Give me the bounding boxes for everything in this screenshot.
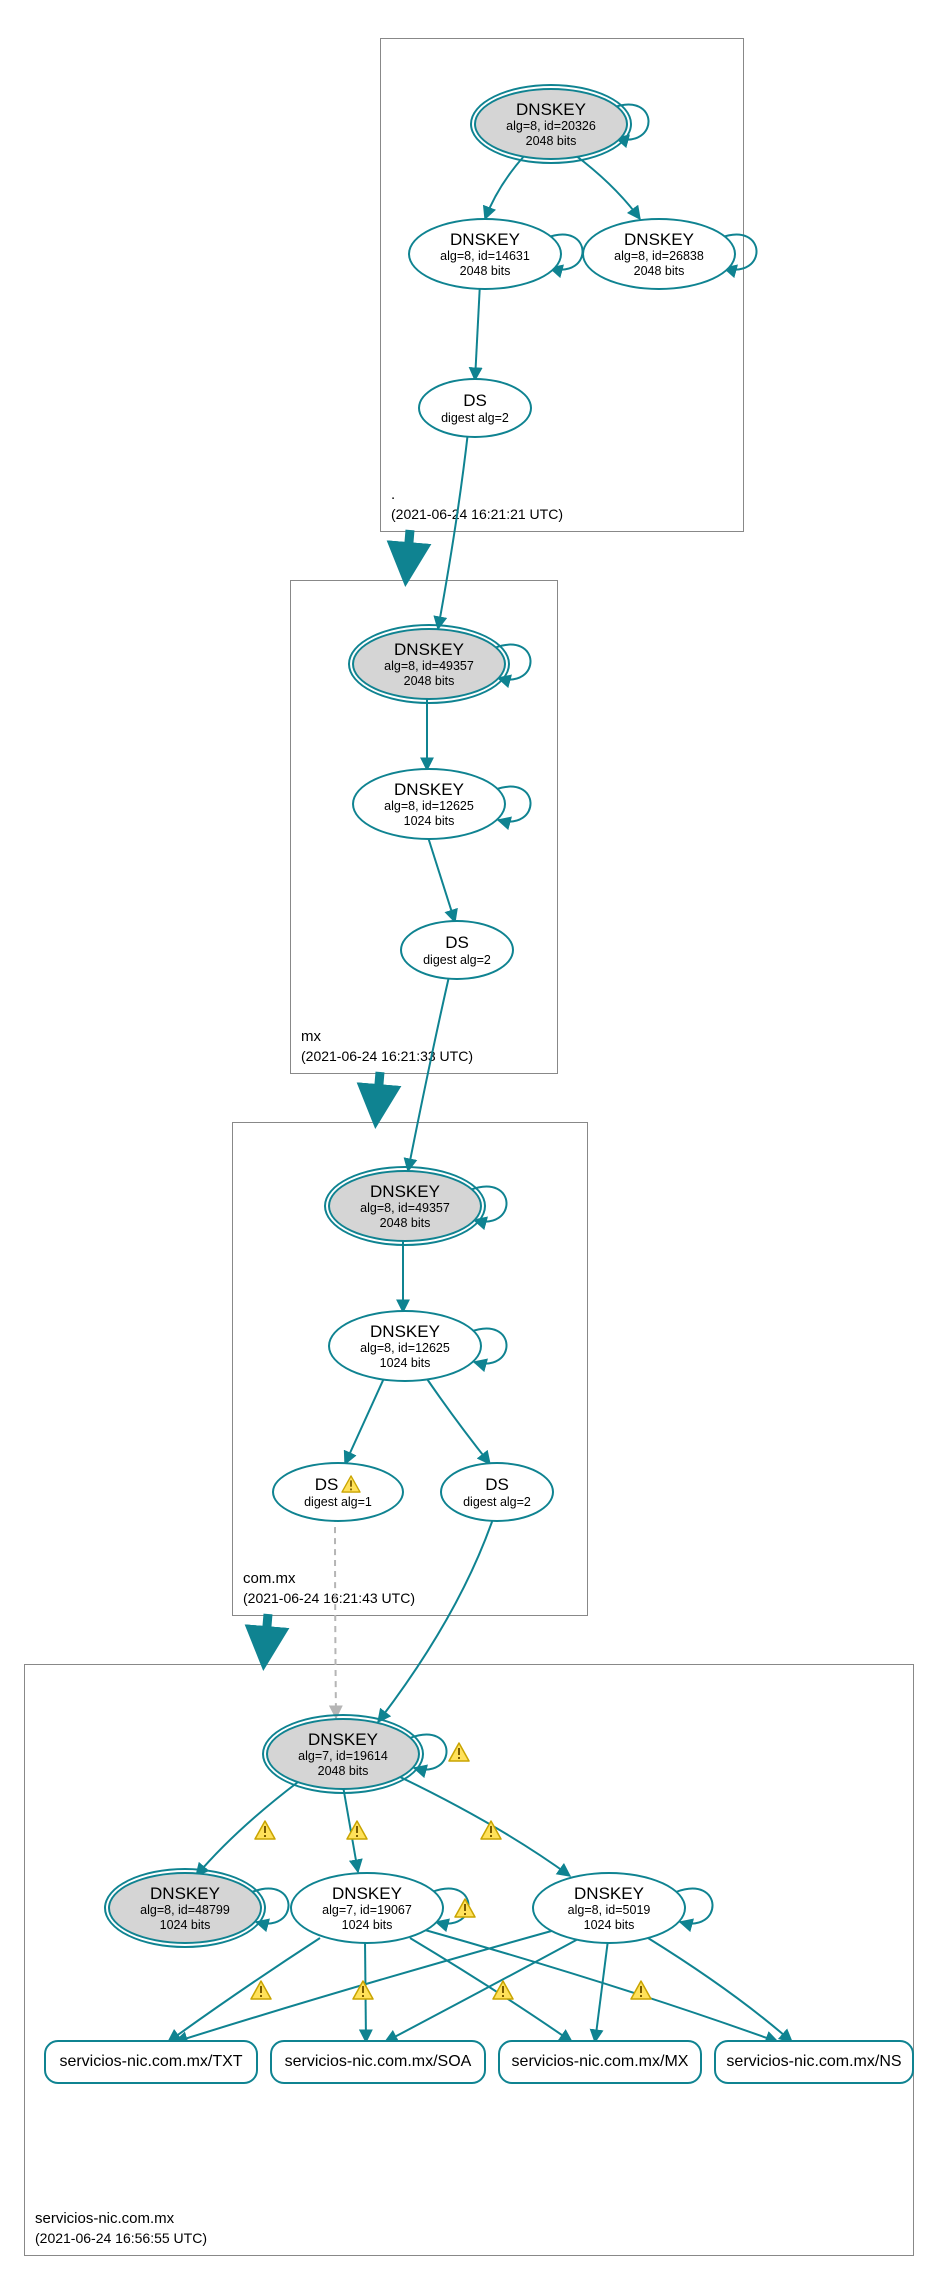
record-soa: servicios-nic.com.mx/SOA bbox=[270, 2040, 486, 2084]
node-line3: 1024 bits bbox=[404, 814, 455, 828]
zone-mx-label: mx (2021-06-24 16:21:33 UTC) bbox=[301, 1026, 473, 1067]
warning-icon bbox=[254, 1820, 276, 1840]
warning-icon bbox=[448, 1742, 470, 1762]
node-title: DS bbox=[485, 1475, 509, 1495]
commx-ds1: DS digest alg=1 bbox=[272, 1462, 404, 1522]
zone-time: (2021-06-24 16:21:43 UTC) bbox=[243, 1589, 415, 1609]
record-txt: servicios-nic.com.mx/TXT bbox=[44, 2040, 258, 2084]
node-title: DNSKEY bbox=[394, 640, 464, 660]
mx-ksk: DNSKEY alg=8, id=49357 2048 bits bbox=[352, 628, 506, 700]
leaf-k2: DNSKEY alg=7, id=19067 1024 bits bbox=[290, 1872, 444, 1944]
warning-icon bbox=[352, 1980, 374, 2000]
node-line3: 2048 bits bbox=[404, 674, 455, 688]
zone-name: . bbox=[391, 484, 563, 505]
record-label: servicios-nic.com.mx/MX bbox=[512, 2053, 689, 2071]
node-line2: digest alg=2 bbox=[463, 1495, 531, 1509]
zone-commx-label: com.mx (2021-06-24 16:21:43 UTC) bbox=[243, 1568, 415, 1609]
node-title: DNSKEY bbox=[394, 780, 464, 800]
node-line2: alg=8, id=12625 bbox=[384, 799, 474, 813]
leaf-ksk: DNSKEY alg=7, id=19614 2048 bits bbox=[266, 1718, 420, 1790]
warning-icon bbox=[250, 1980, 272, 2000]
warning-icon bbox=[480, 1820, 502, 1840]
zone-time: (2021-06-24 16:21:33 UTC) bbox=[301, 1047, 473, 1067]
record-label: servicios-nic.com.mx/NS bbox=[726, 2053, 901, 2071]
node-title: DNSKEY bbox=[516, 100, 586, 120]
node-line2: alg=8, id=26838 bbox=[614, 249, 704, 263]
record-label: servicios-nic.com.mx/TXT bbox=[59, 2053, 242, 2071]
node-title: DNSKEY bbox=[150, 1884, 220, 1904]
commx-ds2: DS digest alg=2 bbox=[440, 1462, 554, 1522]
node-title: DS bbox=[445, 933, 469, 953]
node-line2: alg=7, id=19614 bbox=[298, 1749, 388, 1763]
node-title: DNSKEY bbox=[450, 230, 520, 250]
record-ns: servicios-nic.com.mx/NS bbox=[714, 2040, 914, 2084]
node-line3: 2048 bits bbox=[634, 264, 685, 278]
record-label: servicios-nic.com.mx/SOA bbox=[285, 2053, 472, 2071]
node-line2: alg=8, id=49357 bbox=[384, 659, 474, 673]
node-line3: 2048 bits bbox=[318, 1764, 369, 1778]
record-mx: servicios-nic.com.mx/MX bbox=[498, 2040, 702, 2084]
leaf-k1: DNSKEY alg=8, id=48799 1024 bits bbox=[108, 1872, 262, 1944]
zone-time: (2021-06-24 16:56:55 UTC) bbox=[35, 2229, 207, 2249]
root-ds: DS digest alg=2 bbox=[418, 378, 532, 438]
node-line3: 1024 bits bbox=[160, 1918, 211, 1932]
node-line2: alg=8, id=14631 bbox=[440, 249, 530, 263]
zone-name: mx bbox=[301, 1026, 473, 1047]
warning-icon bbox=[630, 1980, 652, 2000]
node-line3: 2048 bits bbox=[526, 134, 577, 148]
mx-zsk: DNSKEY alg=8, id=12625 1024 bits bbox=[352, 768, 506, 840]
node-line2: digest alg=2 bbox=[441, 411, 509, 425]
root-zsk2: DNSKEY alg=8, id=26838 2048 bits bbox=[582, 218, 736, 290]
node-line2: alg=8, id=48799 bbox=[140, 1903, 230, 1917]
zone-name: com.mx bbox=[243, 1568, 415, 1589]
node-line2: digest alg=1 bbox=[304, 1495, 372, 1509]
node-line2: alg=7, id=19067 bbox=[322, 1903, 412, 1917]
node-title: DNSKEY bbox=[308, 1730, 378, 1750]
node-line2: alg=8, id=5019 bbox=[568, 1903, 651, 1917]
commx-zsk: DNSKEY alg=8, id=12625 1024 bits bbox=[328, 1310, 482, 1382]
commx-ksk: DNSKEY alg=8, id=49357 2048 bits bbox=[328, 1170, 482, 1242]
warning-icon bbox=[492, 1980, 514, 2000]
zone-time: (2021-06-24 16:21:21 UTC) bbox=[391, 505, 563, 525]
node-line3: 1024 bits bbox=[584, 1918, 635, 1932]
mx-ds: DS digest alg=2 bbox=[400, 920, 514, 980]
root-ksk: DNSKEY alg=8, id=20326 2048 bits bbox=[474, 88, 628, 160]
warning-icon bbox=[346, 1820, 368, 1840]
zone-root-label: . (2021-06-24 16:21:21 UTC) bbox=[391, 484, 563, 525]
node-title: DNSKEY bbox=[574, 1884, 644, 1904]
node-title: DNSKEY bbox=[624, 230, 694, 250]
node-title: DNSKEY bbox=[370, 1322, 440, 1342]
node-title: DS bbox=[315, 1475, 362, 1495]
node-line2: alg=8, id=49357 bbox=[360, 1201, 450, 1215]
zone-name: servicios-nic.com.mx bbox=[35, 2208, 207, 2229]
node-title: DNSKEY bbox=[370, 1182, 440, 1202]
node-line3: 1024 bits bbox=[342, 1918, 393, 1932]
leaf-k3: DNSKEY alg=8, id=5019 1024 bits bbox=[532, 1872, 686, 1944]
node-title: DNSKEY bbox=[332, 1884, 402, 1904]
node-line3: 2048 bits bbox=[380, 1216, 431, 1230]
node-line2: digest alg=2 bbox=[423, 953, 491, 967]
root-zsk1: DNSKEY alg=8, id=14631 2048 bits bbox=[408, 218, 562, 290]
warning-icon bbox=[454, 1898, 476, 1918]
zone-leaf-label: servicios-nic.com.mx (2021-06-24 16:56:5… bbox=[35, 2208, 207, 2249]
node-title: DS bbox=[463, 391, 487, 411]
node-line2: alg=8, id=20326 bbox=[506, 119, 596, 133]
node-line2: alg=8, id=12625 bbox=[360, 1341, 450, 1355]
node-line3: 2048 bits bbox=[460, 264, 511, 278]
warning-icon bbox=[341, 1475, 361, 1493]
node-line3: 1024 bits bbox=[380, 1356, 431, 1370]
